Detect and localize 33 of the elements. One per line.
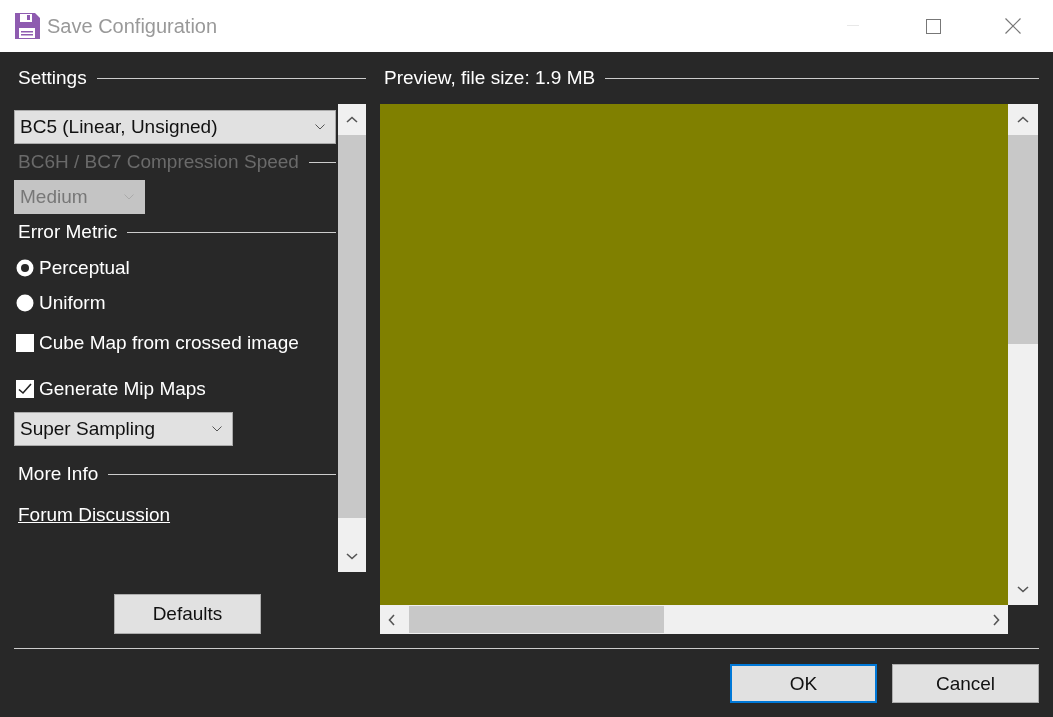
scrollbar[interactable]	[1008, 104, 1038, 605]
dialog-button[interactable]: OK	[730, 664, 877, 703]
filter-dropdown[interactable]: Super Sampling	[14, 412, 233, 446]
close-icon	[1005, 18, 1021, 34]
window-title: Save Configuration	[47, 14, 218, 38]
chevron-up-icon	[346, 116, 358, 123]
chevron-down-icon	[1017, 586, 1029, 593]
scrollbar-thumb[interactable]	[1008, 135, 1038, 344]
section-heading: Error Metric	[18, 221, 118, 243]
section-heading: BC6H / BC7 Compression Speed	[18, 151, 299, 173]
chevron-down-icon	[346, 553, 358, 560]
chevron-left-icon	[388, 613, 395, 626]
dialog-button[interactable]: Cancel	[892, 664, 1039, 703]
scrollbar[interactable]	[380, 605, 1008, 634]
radio-option[interactable]: Perceptual	[14, 250, 336, 285]
section-heading: Preview, file size: 1.9 MB	[384, 67, 596, 89]
format-dropdown[interactable]: BC5 (Linear, Unsigned)	[14, 110, 336, 144]
forum-link[interactable]: Forum Discussion	[18, 504, 171, 526]
radio-option[interactable]: Uniform	[14, 285, 336, 320]
scrollbar-thumb[interactable]	[338, 135, 366, 518]
chevron-up-icon	[1017, 116, 1029, 123]
section-heading: Settings	[18, 67, 87, 89]
chevron-down-icon	[315, 124, 325, 130]
chevron-right-icon	[993, 613, 1000, 626]
chevron-down-icon	[212, 426, 222, 432]
checkbox-option[interactable]: Cube Map from crossed image	[14, 320, 336, 366]
scrollbar-thumb[interactable]	[409, 606, 664, 633]
checkbox-option[interactable]: Generate Mip Maps	[14, 366, 336, 412]
scrollbar[interactable]	[338, 104, 366, 572]
maximize-icon	[925, 18, 941, 34]
chevron-down-icon	[124, 194, 134, 200]
defaults-button[interactable]: Defaults	[114, 594, 261, 634]
section-heading: More Info	[18, 463, 99, 485]
